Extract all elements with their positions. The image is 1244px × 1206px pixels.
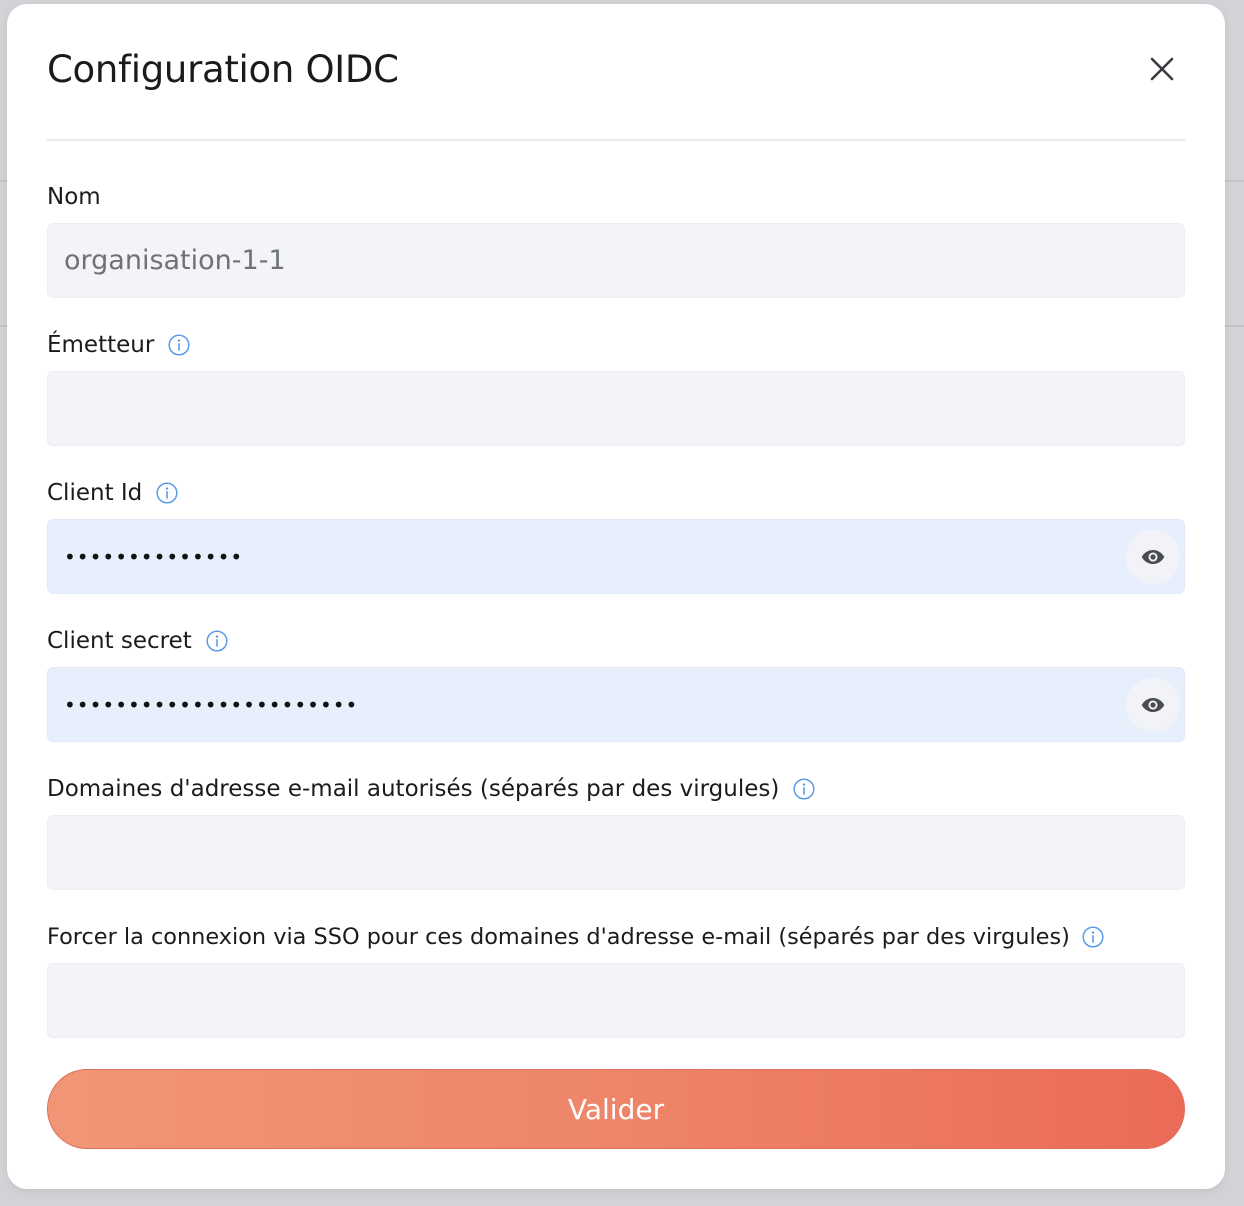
info-icon[interactable] — [168, 334, 190, 356]
client-secret-field[interactable] — [47, 667, 1185, 742]
info-icon[interactable] — [793, 778, 815, 800]
allowed-domains-input[interactable] — [48, 816, 1184, 889]
force-sso-label-text: Forcer la connexion via SSO pour ces dom… — [47, 924, 1070, 950]
info-icon[interactable] — [1082, 926, 1104, 948]
force-sso-label: Forcer la connexion via SSO pour ces dom… — [47, 924, 1104, 950]
client-secret-label: Client secret — [47, 628, 228, 654]
toggle-visibility-button[interactable] — [1126, 678, 1180, 732]
header-divider — [47, 139, 1185, 141]
issuer-label: Émetteur — [47, 332, 190, 358]
info-icon[interactable] — [206, 630, 228, 652]
info-icon[interactable] — [156, 482, 178, 504]
close-button[interactable] — [1145, 52, 1179, 86]
name-field[interactable] — [47, 223, 1185, 298]
eye-icon — [1141, 549, 1165, 565]
client-id-field[interactable] — [47, 519, 1185, 594]
client-id-input[interactable] — [48, 520, 1184, 593]
issuer-input[interactable] — [48, 372, 1184, 445]
allowed-domains-label: Domaines d'adresse e-mail autorisés (sép… — [47, 776, 815, 802]
client-id-label-text: Client Id — [47, 480, 143, 506]
submit-button[interactable]: Valider — [47, 1069, 1185, 1149]
close-icon — [1150, 57, 1174, 81]
force-sso-field[interactable] — [47, 963, 1185, 1038]
name-label-text: Nom — [47, 184, 101, 210]
modal-title: Configuration OIDC — [47, 48, 399, 91]
name-label: Nom — [47, 184, 101, 210]
force-sso-input[interactable] — [48, 964, 1184, 1037]
issuer-field[interactable] — [47, 371, 1185, 446]
client-secret-input[interactable] — [48, 668, 1184, 741]
client-id-label: Client Id — [47, 480, 178, 506]
background-divider — [1225, 325, 1244, 327]
allowed-domains-label-text: Domaines d'adresse e-mail autorisés (sép… — [47, 776, 780, 802]
background-divider — [0, 325, 7, 327]
allowed-domains-field[interactable] — [47, 815, 1185, 890]
name-input[interactable] — [48, 224, 1184, 297]
oidc-config-modal: Configuration OIDC Nom Émetteur Client I… — [7, 4, 1225, 1189]
background-divider — [1225, 180, 1244, 182]
eye-icon — [1141, 697, 1165, 713]
background-divider — [0, 180, 7, 182]
toggle-visibility-button[interactable] — [1126, 530, 1180, 584]
issuer-label-text: Émetteur — [47, 332, 155, 358]
client-secret-label-text: Client secret — [47, 628, 192, 654]
